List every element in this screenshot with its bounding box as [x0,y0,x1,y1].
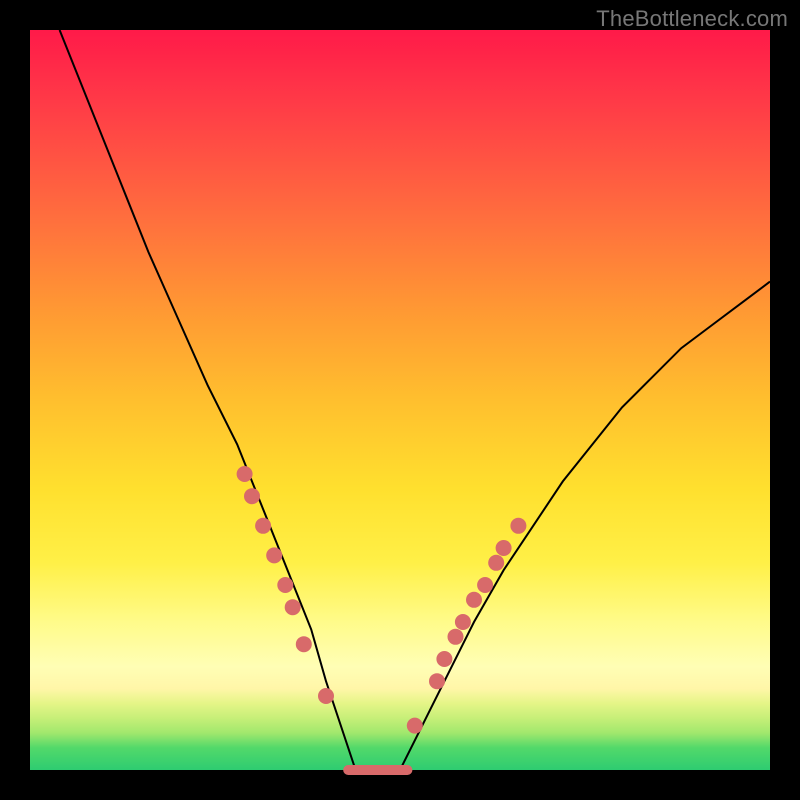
marker-dot [466,592,482,608]
marker-dot [407,718,423,734]
marker-dot [496,540,512,556]
marker-dot [448,629,464,645]
marker-dot [477,577,493,593]
marker-dot [488,555,504,571]
watermark-text: TheBottleneck.com [596,6,788,32]
marker-dot [237,466,253,482]
marker-dot [436,651,452,667]
curve-left [60,30,356,770]
chart-frame: TheBottleneck.com [0,0,800,800]
curve-svg [30,30,770,770]
plot-area [30,30,770,770]
marker-dot [318,688,334,704]
marker-dot [277,577,293,593]
marker-dot [266,547,282,563]
marker-dot [510,518,526,534]
curve-right [400,282,770,770]
marker-dot [285,599,301,615]
marker-dot [455,614,471,630]
markers-left [237,466,334,704]
marker-dot [255,518,271,534]
marker-dot [296,636,312,652]
marker-dot [429,673,445,689]
marker-dot [244,488,260,504]
markers-right [407,518,527,734]
